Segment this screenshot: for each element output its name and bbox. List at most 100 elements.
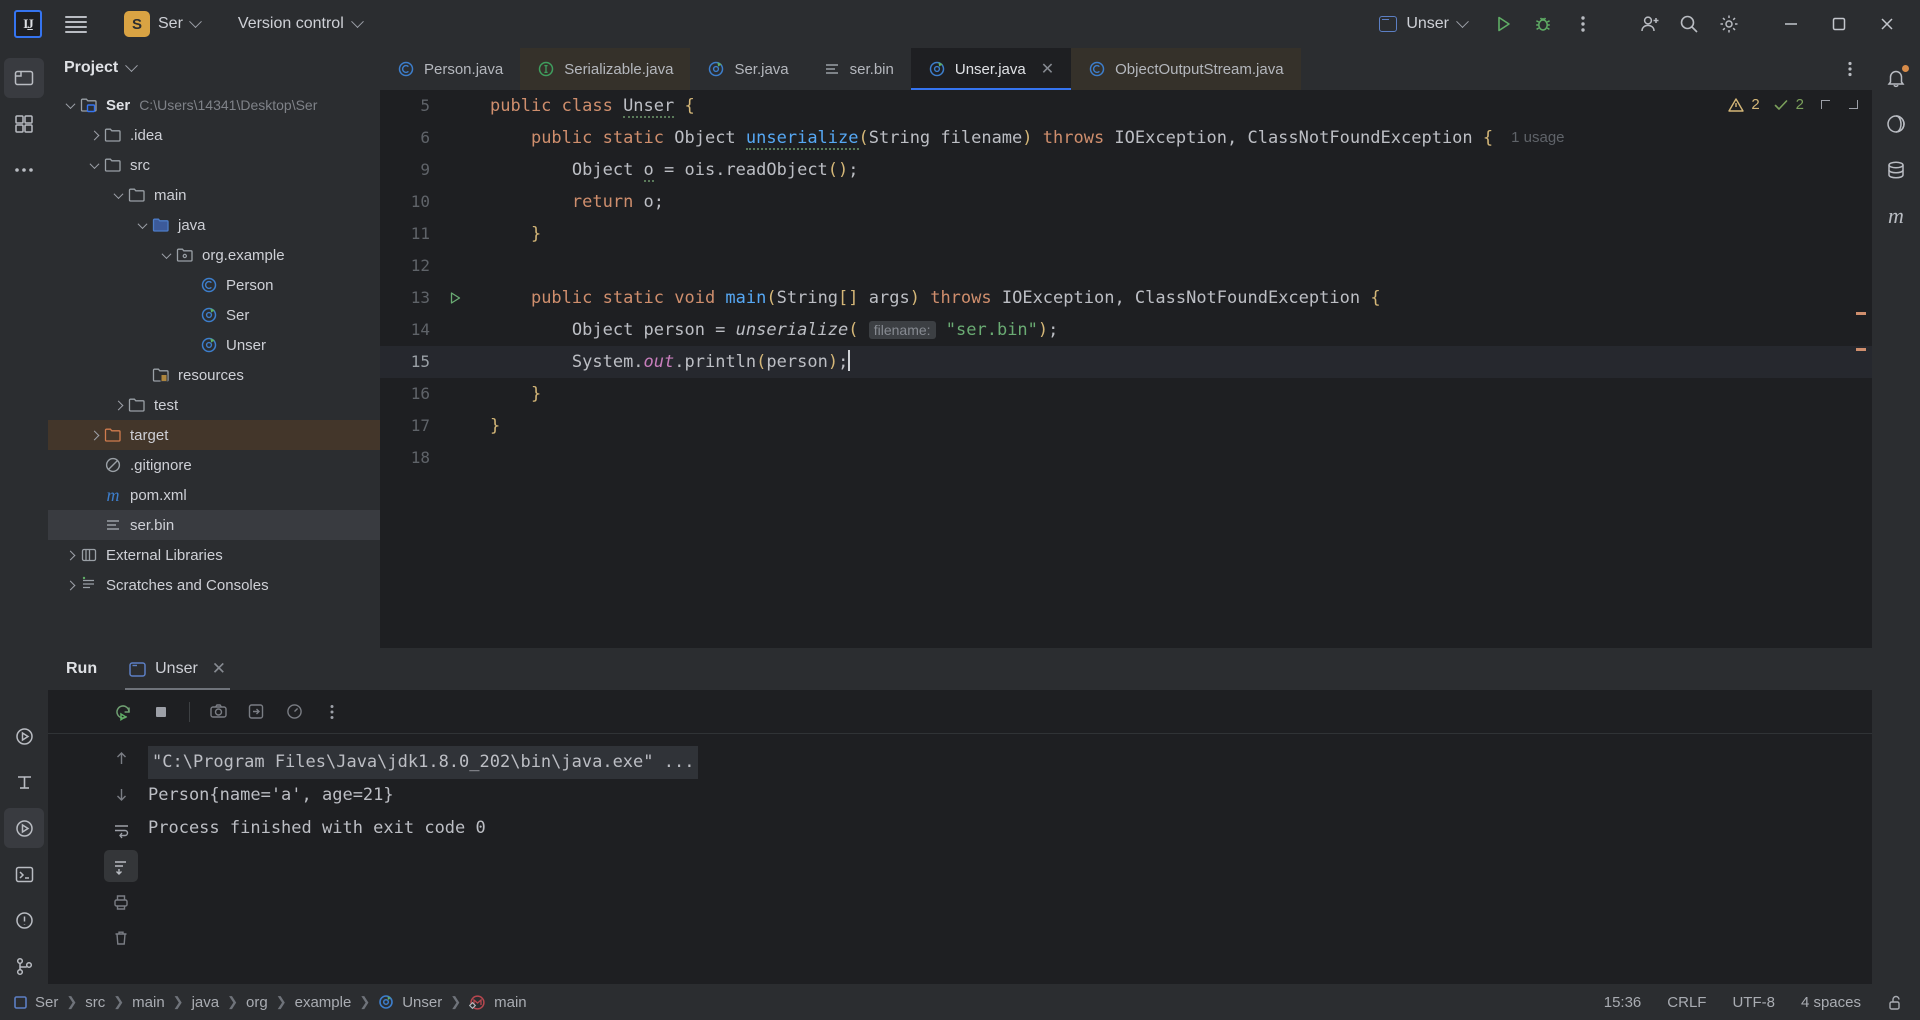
chevron-down-icon[interactable] <box>62 97 78 113</box>
editor-scrollbar[interactable] <box>1854 90 1866 648</box>
tree-node-target[interactable]: target <box>48 420 380 450</box>
rerun-icon[interactable] <box>106 695 140 729</box>
close-icon[interactable]: ✕ <box>1041 59 1054 79</box>
file-encoding[interactable]: UTF-8 <box>1732 994 1775 1011</box>
code-line[interactable]: 14 Object person = unserialize( filename… <box>380 314 1872 346</box>
tree-node-main[interactable]: main <box>48 180 380 210</box>
notifications-icon[interactable] <box>1876 58 1916 98</box>
git-tool-window-icon[interactable] <box>4 946 44 986</box>
version-control-selector[interactable]: Version control <box>232 9 368 39</box>
editor-tab-ser-java[interactable]: Ser.java <box>690 48 805 90</box>
previous-problem-icon[interactable] <box>1821 100 1830 109</box>
breadcrumb-item-main-method[interactable]: main <box>494 994 527 1011</box>
settings-icon[interactable] <box>1710 5 1748 43</box>
scroll-up-icon[interactable] <box>104 742 138 774</box>
database-icon[interactable] <box>1876 150 1916 190</box>
tree-node-resources[interactable]: resources <box>48 360 380 390</box>
unlocked-icon[interactable] <box>1887 994 1904 1011</box>
minimize-icon[interactable] <box>1768 2 1814 46</box>
tree-node-unser[interactable]: Unser <box>48 330 380 360</box>
more-actions-icon[interactable] <box>1564 5 1602 43</box>
account-icon[interactable] <box>1630 5 1668 43</box>
code-line[interactable]: 13 public static void main(String[] args… <box>380 282 1872 314</box>
editor-tabs-more-icon[interactable] <box>1838 48 1862 90</box>
tree-node-scratches-and-consoles[interactable]: Scratches and Consoles <box>48 570 380 600</box>
maven-tool-window-icon[interactable]: m <box>1876 196 1916 236</box>
chevron-right-icon[interactable] <box>110 397 126 413</box>
editor-tab-objectoutputstream-java[interactable]: ObjectOutputStream.java <box>1071 48 1301 90</box>
chevron-right-icon[interactable] <box>86 127 102 143</box>
project-tree[interactable]: Ser C:\Users\14341\Desktop\Ser .idea src mai… <box>48 90 380 646</box>
structure-tool-window-icon[interactable] <box>4 762 44 802</box>
problems-tool-window-icon[interactable] <box>4 900 44 940</box>
editor-tab-ser-bin[interactable]: ser.bin <box>806 48 911 90</box>
scroll-to-end-icon[interactable] <box>104 850 138 882</box>
code-line[interactable]: 6 public static Object unserialize(Strin… <box>380 122 1872 154</box>
more-tool-windows-icon[interactable] <box>4 150 44 190</box>
run-configuration-selector[interactable]: Unser <box>1370 11 1476 37</box>
print-icon[interactable] <box>104 886 138 918</box>
run-tool-window-icon[interactable] <box>4 716 44 756</box>
breadcrumb-item-unser[interactable]: Unser <box>402 994 442 1011</box>
editor-tab-bar[interactable]: Person.java Serializable.java Ser.java ser.… <box>380 48 1872 90</box>
clear-all-icon[interactable] <box>104 922 138 954</box>
chevron-right-icon[interactable] <box>62 547 78 563</box>
editor-tab-unser-java[interactable]: Unser.java ✕ <box>910 48 1072 90</box>
tree-node-org-example[interactable]: org.example <box>48 240 380 270</box>
code-line[interactable]: 9 Object o = ois.readObject(); <box>380 154 1872 186</box>
project-selector[interactable]: S Ser <box>118 9 206 39</box>
chevron-down-icon[interactable] <box>158 247 174 263</box>
chevron-down-icon[interactable] <box>125 58 139 72</box>
inspection-widget[interactable]: 2 2 <box>1728 96 1864 113</box>
run-gutter-icon[interactable] <box>442 291 468 305</box>
chevron-right-icon[interactable] <box>62 577 78 593</box>
run-panel-icon[interactable] <box>4 808 44 848</box>
close-icon[interactable] <box>1864 2 1910 46</box>
tree-node--idea[interactable]: .idea <box>48 120 380 150</box>
chevron-down-icon[interactable] <box>134 217 150 233</box>
search-icon[interactable] <box>1670 5 1708 43</box>
code-line[interactable]: 5 public class Unser { <box>380 90 1872 122</box>
run-button[interactable] <box>1484 5 1522 43</box>
code-line[interactable]: 17 } <box>380 410 1872 442</box>
tree-node-external-libraries[interactable]: External Libraries <box>48 540 380 570</box>
tree-node-ser[interactable]: Ser C:\Users\14341\Desktop\Ser <box>48 90 380 120</box>
breadcrumb-item-java[interactable]: java <box>192 994 220 1011</box>
code-line-current[interactable]: 15 System.out.println(person); <box>380 346 1872 378</box>
tree-node-src[interactable]: src <box>48 150 380 180</box>
breadcrumb-item-org[interactable]: org <box>246 994 268 1011</box>
commit-tool-window-icon[interactable] <box>4 104 44 144</box>
chevron-down-icon[interactable] <box>86 157 102 173</box>
tree-node-ser-bin[interactable]: ser.bin <box>48 510 380 540</box>
more-icon[interactable] <box>315 695 349 729</box>
chevron-down-icon[interactable] <box>110 187 126 203</box>
stop-icon[interactable] <box>144 695 178 729</box>
tree-node-ser[interactable]: Ser <box>48 300 380 330</box>
code-line[interactable]: 11 } <box>380 218 1872 250</box>
project-tool-window-icon[interactable] <box>4 58 44 98</box>
code-line[interactable]: 18 <box>380 442 1872 474</box>
tree-node--gitignore[interactable]: .gitignore <box>48 450 380 480</box>
code-line[interactable]: 10 return o; <box>380 186 1872 218</box>
maximize-icon[interactable] <box>1816 2 1862 46</box>
ai-assistant-icon[interactable] <box>1876 104 1916 144</box>
code-line[interactable]: 16 } <box>380 378 1872 410</box>
breadcrumb-item-main[interactable]: main <box>132 994 165 1011</box>
line-separator[interactable]: CRLF <box>1667 994 1706 1011</box>
project-panel-header[interactable]: Project <box>48 48 380 88</box>
terminal-tool-window-icon[interactable] <box>4 854 44 894</box>
breadcrumb-item-src[interactable]: src <box>85 994 105 1011</box>
debug-button[interactable] <box>1524 5 1562 43</box>
console-output[interactable]: "C:\Program Files\Java\jdk1.8.0_202\bin\… <box>148 734 1848 996</box>
breadcrumb-item-ser[interactable]: Ser <box>35 994 58 1011</box>
tree-node-test[interactable]: test <box>48 390 380 420</box>
tree-node-person[interactable]: Person <box>48 270 380 300</box>
editor-tab-serializable-java[interactable]: Serializable.java <box>520 48 691 90</box>
code-canvas[interactable]: 5 public class Unser { 6 public static O… <box>380 90 1872 648</box>
chevron-right-icon[interactable] <box>86 427 102 443</box>
scroll-down-icon[interactable] <box>104 778 138 810</box>
soft-wrap-icon[interactable] <box>104 814 138 846</box>
profiler-icon[interactable] <box>277 695 311 729</box>
code-line[interactable]: 12 <box>380 250 1872 282</box>
tree-node-java[interactable]: java <box>48 210 380 240</box>
